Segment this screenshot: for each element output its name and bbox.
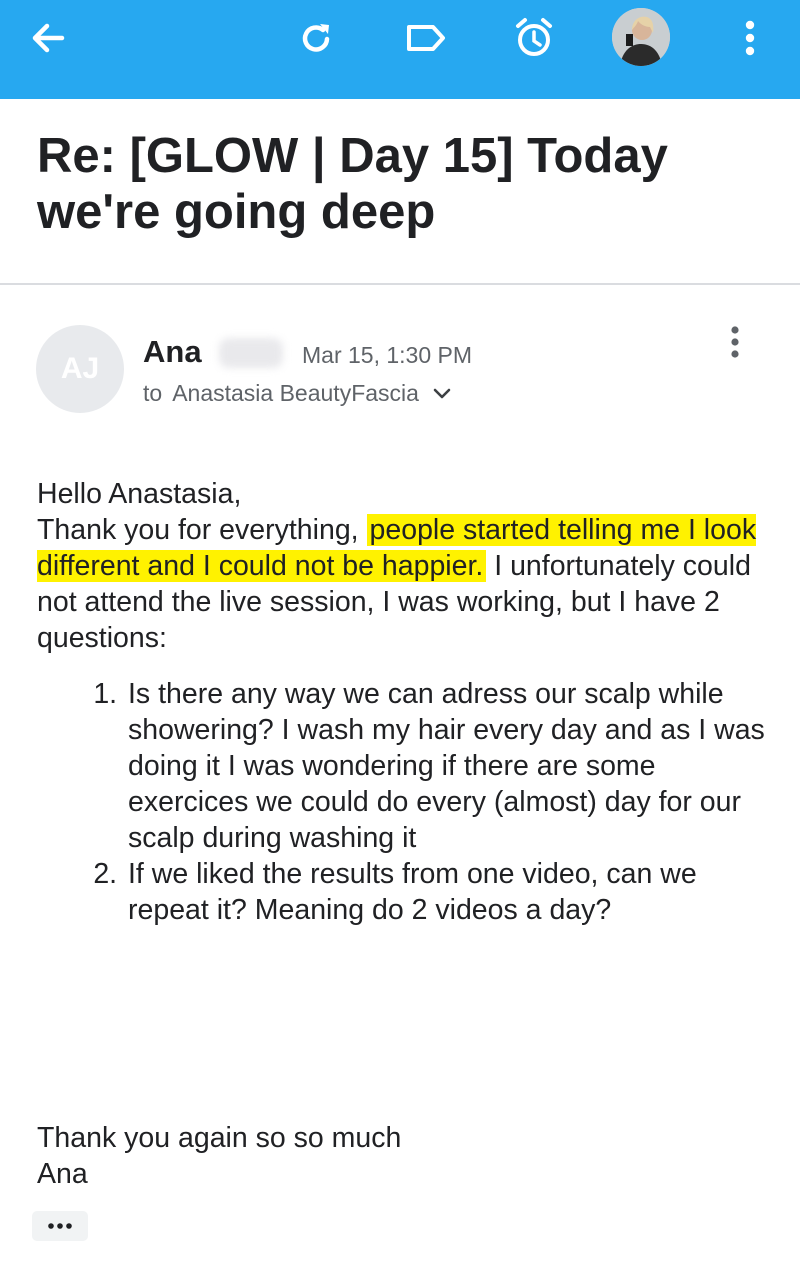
more-vert-icon[interactable]	[724, 12, 776, 64]
chevron-down-icon	[433, 388, 451, 398]
show-trimmed-content-button[interactable]	[32, 1211, 88, 1241]
signature: Ana	[37, 1158, 88, 1190]
message-more-icon[interactable]	[715, 320, 755, 364]
sender-avatar[interactable]: AJ	[36, 325, 124, 413]
body-paragraph: Thank you for everything, people started…	[37, 512, 767, 656]
to-label: to	[143, 380, 163, 406]
label-icon[interactable]	[400, 12, 452, 64]
list-item: If we liked the results from one video, …	[125, 856, 767, 928]
account-avatar[interactable]	[612, 8, 670, 66]
recipient-details-toggle[interactable]: to Anastasia BeautyFascia	[143, 380, 451, 407]
redacted-surname	[219, 338, 283, 368]
divider	[0, 283, 800, 285]
recipient-name: Anastasia BeautyFascia	[172, 380, 419, 406]
back-arrow-icon[interactable]	[22, 12, 74, 64]
body-text: Thank you for everything,	[37, 514, 367, 546]
ellipsis-icon	[48, 1223, 72, 1229]
questions-list: Is there any way we can adress our scalp…	[37, 676, 767, 928]
email-subject: Re: [GLOW | Day 15] Today we're going de…	[37, 129, 668, 239]
snooze-clock-icon[interactable]	[508, 12, 560, 64]
app-toolbar	[0, 0, 800, 99]
sender-name: Ana	[143, 334, 202, 369]
message-date: Mar 15, 1:30 PM	[302, 342, 473, 368]
refresh-icon[interactable]	[290, 12, 342, 64]
email-body: Hello Anastasia, Thank you for everythin…	[37, 476, 767, 928]
greeting: Hello Anastasia,	[37, 478, 242, 510]
list-item: Is there any way we can adress our scalp…	[125, 676, 767, 856]
closing-line: Thank you again so so much	[37, 1122, 402, 1154]
sign-off: Thank you again so so much Ana	[37, 1120, 401, 1192]
